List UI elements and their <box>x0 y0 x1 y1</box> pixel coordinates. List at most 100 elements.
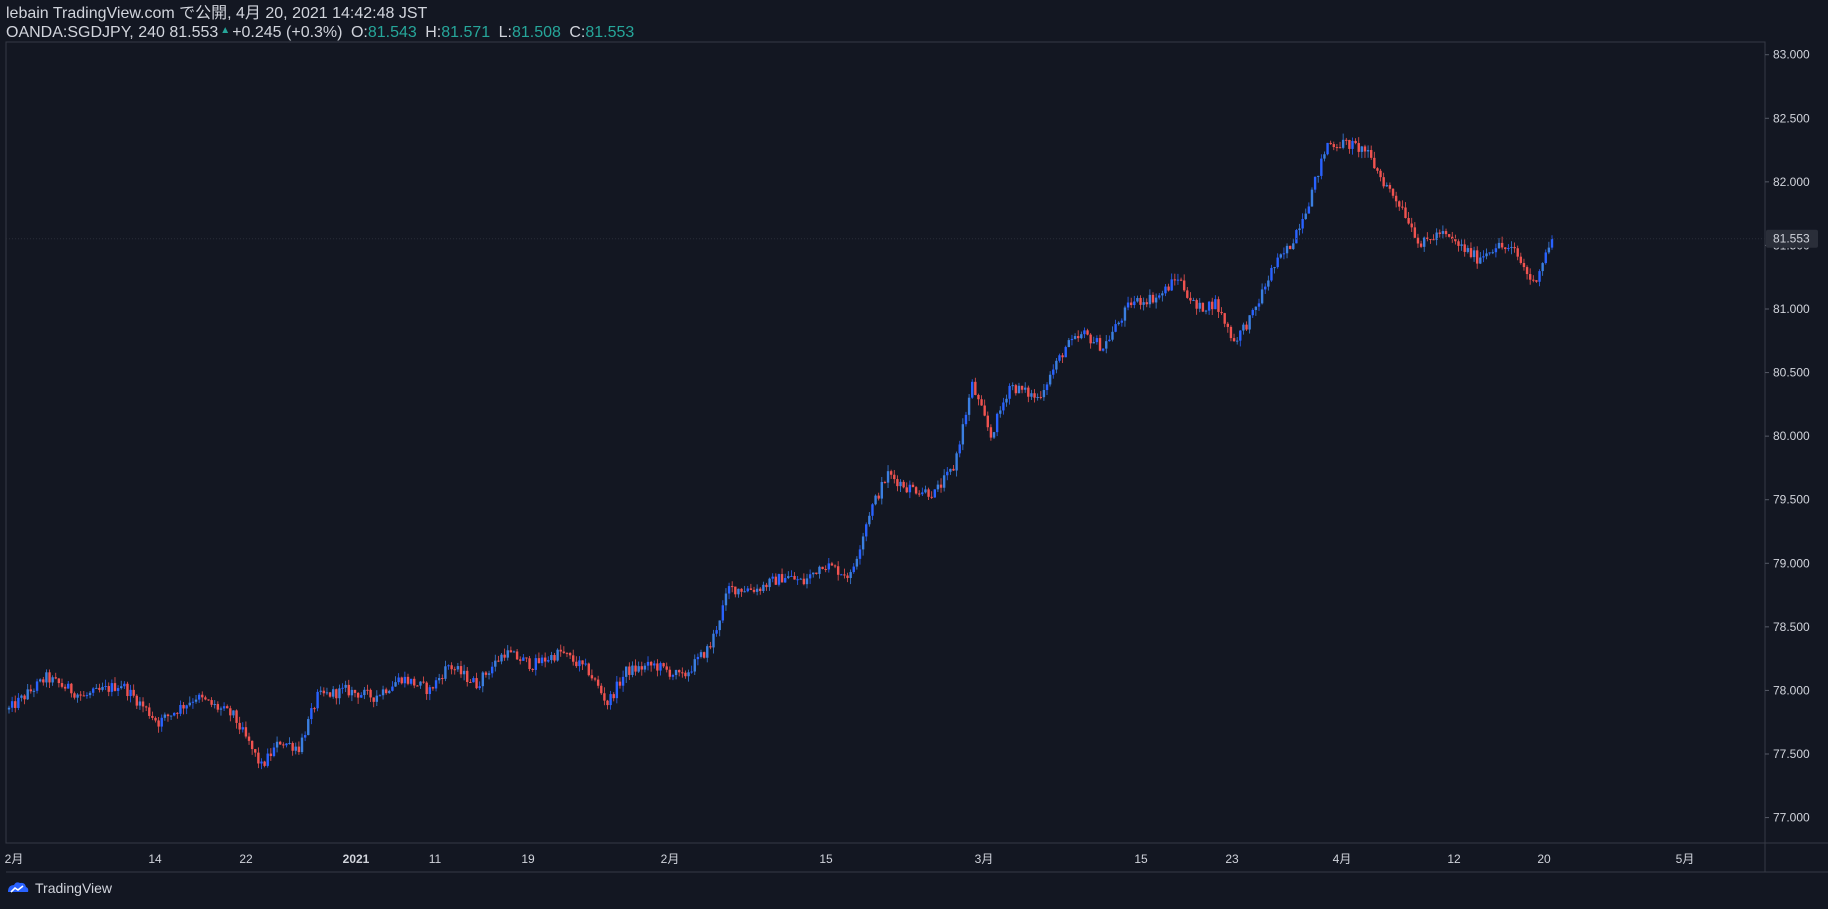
candle <box>1329 140 1332 145</box>
candle-body <box>360 695 363 698</box>
candle-body <box>490 666 494 674</box>
candle-body <box>971 381 974 398</box>
candle-body <box>1472 250 1476 258</box>
candle-body <box>328 692 332 697</box>
candle <box>300 733 304 755</box>
candle-body <box>7 707 11 710</box>
candle-body <box>768 578 771 588</box>
candle-body <box>188 702 191 706</box>
candle <box>1101 348 1105 352</box>
candle-body <box>1108 339 1111 342</box>
candle-body <box>961 424 965 445</box>
candle <box>640 661 643 676</box>
candle <box>466 667 469 687</box>
candle <box>724 588 728 611</box>
candle <box>1522 258 1526 271</box>
candle-body <box>1158 295 1161 298</box>
candle-body <box>1301 219 1304 229</box>
candle <box>572 649 575 666</box>
candle-body <box>1332 144 1335 148</box>
candle <box>883 480 887 484</box>
candle-body <box>341 687 344 689</box>
candle <box>687 669 690 682</box>
candle <box>702 651 706 659</box>
candle <box>958 440 961 458</box>
candle-body <box>148 707 151 716</box>
candle-body <box>1538 271 1541 282</box>
candle <box>481 671 485 693</box>
candle-body <box>1211 301 1214 310</box>
candle <box>1528 268 1532 285</box>
candle-body <box>469 682 472 684</box>
candle-body <box>1432 239 1435 241</box>
candle <box>690 665 693 674</box>
candle <box>10 696 14 713</box>
candle-body <box>1061 355 1064 358</box>
candle-body <box>506 650 509 658</box>
candle-body <box>1404 207 1407 218</box>
candle <box>671 673 675 681</box>
candle-body <box>1341 139 1345 148</box>
time-tick-label: 15 <box>819 852 833 866</box>
time-axis[interactable]: 2月 14 22 2021 11 19 2月 15 3月 15 23 4月 12 20 5月 <box>5 852 1695 866</box>
candle-body <box>724 593 728 606</box>
candle <box>1519 252 1523 265</box>
price-axis[interactable]: 83.00082.50082.00081.50081.00080.50080.0… <box>1765 48 1810 825</box>
candle <box>322 687 326 697</box>
candle <box>752 586 756 594</box>
candle-body <box>1292 243 1295 250</box>
time-tick-label: 5月 <box>1676 852 1695 866</box>
candle <box>609 690 612 710</box>
candle-body <box>1264 286 1267 290</box>
candle-body <box>1535 280 1538 282</box>
last-price-label: 81.553 <box>1773 232 1810 246</box>
candle-body <box>1105 341 1108 349</box>
candle-body <box>1323 154 1326 159</box>
candle-body <box>964 414 968 425</box>
candle <box>14 695 17 713</box>
price-chart[interactable]: 83.00082.50082.00081.50081.00080.50080.0… <box>0 0 1828 909</box>
candle-body <box>1095 338 1099 343</box>
candle-body <box>584 663 587 665</box>
candle <box>297 741 301 755</box>
candle <box>1052 364 1055 379</box>
candle <box>1447 234 1451 238</box>
candle <box>543 652 547 668</box>
price-tick-label: 79.500 <box>1773 493 1810 507</box>
candle <box>1264 283 1267 294</box>
candle <box>194 694 198 704</box>
candle <box>263 760 266 768</box>
candle-body <box>1382 177 1385 187</box>
candle <box>173 712 176 717</box>
candle-body <box>459 666 463 675</box>
candle-body <box>1080 334 1083 339</box>
candle-body <box>288 743 291 745</box>
candle-body <box>406 676 410 684</box>
candle <box>1179 277 1183 282</box>
candle-body <box>525 657 528 659</box>
candle <box>116 685 120 697</box>
candle <box>441 674 444 685</box>
candle-body <box>958 444 961 454</box>
candle <box>110 679 114 697</box>
candle-body <box>1407 217 1410 224</box>
candle <box>341 683 344 694</box>
candle <box>1158 293 1161 300</box>
candle <box>1532 275 1535 283</box>
candle-body <box>503 654 506 658</box>
time-tick-label: 14 <box>148 852 162 866</box>
candle-body <box>1413 227 1417 238</box>
candle-body <box>1089 334 1092 344</box>
candle-body <box>836 566 840 575</box>
candle <box>1326 142 1329 156</box>
candle <box>509 646 513 653</box>
candle <box>484 671 488 678</box>
candle-body <box>596 679 600 686</box>
footer-brand[interactable]: TradingView <box>6 880 112 896</box>
candle <box>621 670 625 692</box>
candle-body <box>995 413 999 433</box>
candle-body <box>67 683 70 689</box>
candle-body <box>250 740 254 750</box>
candle-body <box>378 695 382 697</box>
candle <box>163 712 167 721</box>
